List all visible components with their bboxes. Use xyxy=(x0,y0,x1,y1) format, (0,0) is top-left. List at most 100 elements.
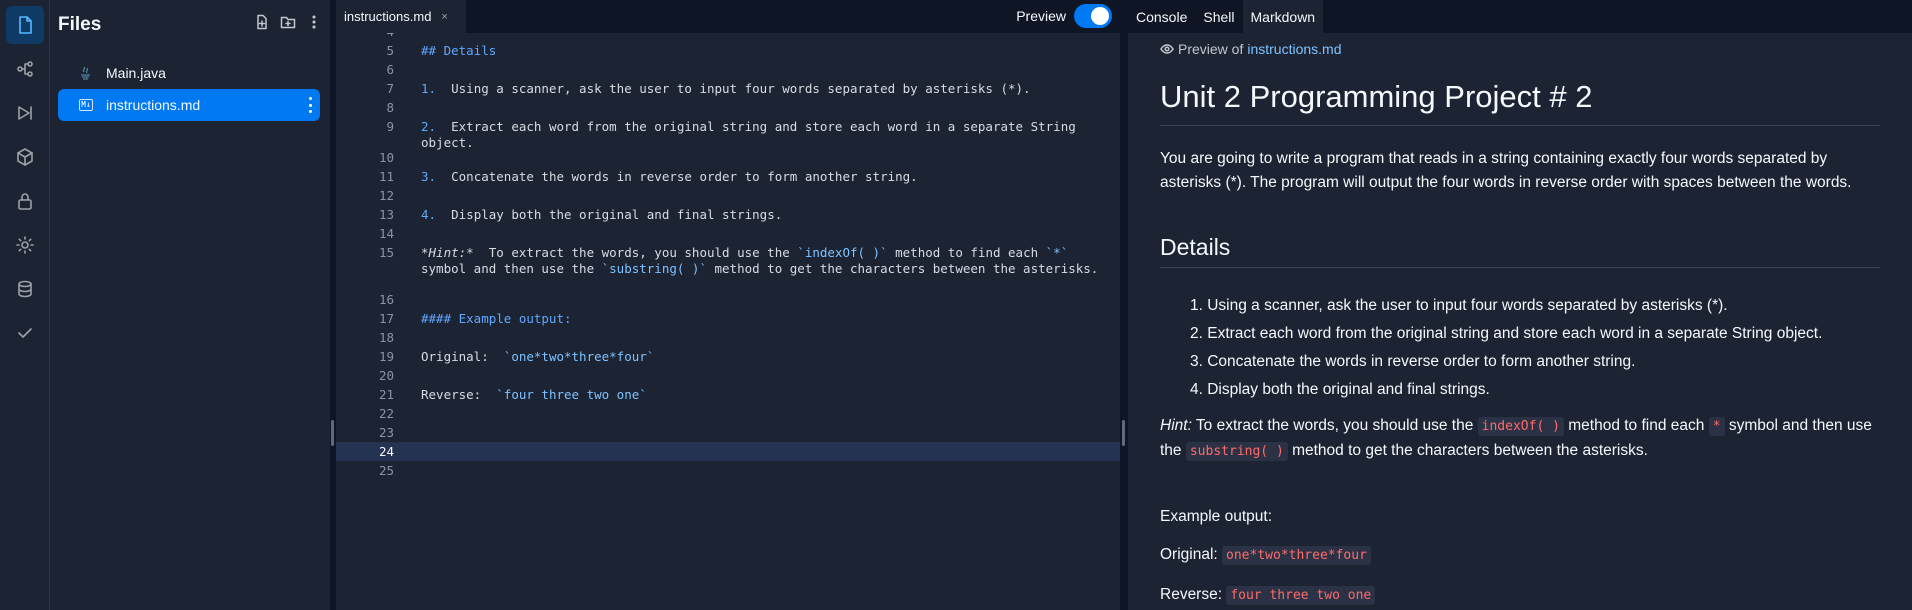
line-text: Reverse: `four three two one` xyxy=(421,387,647,402)
file-menu-icon[interactable] xyxy=(308,97,312,113)
code-line[interactable]: 4 xyxy=(336,33,1120,41)
line-number: 23 xyxy=(378,425,394,440)
preview-switch[interactable] xyxy=(1074,4,1112,28)
file-item-main-java[interactable]: Main.java xyxy=(58,57,320,89)
tab-markdown[interactable]: Markdown xyxy=(1242,0,1324,33)
code-line[interactable]: 7 1. Using a scanner, ask the user to inp… xyxy=(336,79,1120,98)
inline-code: substring( ) xyxy=(1185,442,1288,461)
files-title: Files xyxy=(58,14,102,35)
close-tab-icon[interactable]: × xyxy=(441,11,447,23)
eye-icon xyxy=(1160,44,1174,54)
line-number: 12 xyxy=(378,188,394,203)
line-number: 7 xyxy=(386,81,394,96)
preview-toggle[interactable]: Preview xyxy=(1016,4,1112,28)
original-label: Original: xyxy=(1160,546,1223,563)
hint-text: method to find each xyxy=(1563,417,1709,434)
preview-prefix: Preview of xyxy=(1178,41,1244,57)
line-number: 8 xyxy=(386,100,394,115)
code-line[interactable]: 13 4. Display both the original and final… xyxy=(336,205,1120,224)
output-pane: Console Shell Markdown Preview of instru… xyxy=(1128,0,1912,610)
line-text: 1. Using a scanner, ask the user to inpu… xyxy=(421,81,1031,96)
preview-of-label: Preview of instructions.md xyxy=(1160,41,1342,57)
line-text: ## Details xyxy=(421,43,497,58)
md-heading-2: Details xyxy=(1160,234,1880,268)
code-line[interactable]: 22 xyxy=(336,404,1120,423)
lock-icon[interactable] xyxy=(6,182,44,220)
java-icon xyxy=(76,65,96,81)
resize-handle-right[interactable] xyxy=(1120,0,1128,610)
check-icon[interactable] xyxy=(6,314,44,352)
line-text: 3. Concatenate the words in reverse orde… xyxy=(421,169,918,184)
line-number: 22 xyxy=(378,406,394,421)
more-options-icon[interactable] xyxy=(306,14,322,30)
line-text: Original: `one*two*three*four` xyxy=(421,349,655,364)
line-number: 18 xyxy=(378,330,394,345)
editor-tab-instructions[interactable]: instructions.md × xyxy=(336,0,466,33)
code-area[interactable]: 4 5 ## Details 6 7 1. Using a scanner, ask th… xyxy=(336,33,1120,610)
file-name: instructions.md xyxy=(106,97,201,113)
line-number: 15 xyxy=(378,245,394,260)
original-value: one*two*three*four xyxy=(1222,546,1371,565)
files-icon[interactable] xyxy=(6,6,44,44)
code-line[interactable]: 19 Original: `one*two*three*four` xyxy=(336,347,1120,366)
code-line[interactable]: 8 xyxy=(336,98,1120,117)
md-original-line: Original: one*two*three*four xyxy=(1160,546,1371,565)
md-heading-1: Unit 2 Programming Project # 2 xyxy=(1160,79,1880,126)
line-number: 6 xyxy=(386,62,394,77)
md-hint-paragraph: Hint: To extract the words, you should u… xyxy=(1160,414,1880,464)
run-icon[interactable] xyxy=(6,94,44,132)
hint-label: Hint: xyxy=(1160,417,1192,434)
output-tabbar: Console Shell Markdown xyxy=(1128,0,1912,33)
md-example-heading: Example output: xyxy=(1160,508,1273,525)
code-line[interactable]: 5 ## Details xyxy=(336,41,1120,60)
markdown-icon: M↓ xyxy=(79,99,93,111)
md-ordered-list: 1. Using a scanner, ask the user to inpu… xyxy=(1190,292,1822,404)
code-line[interactable]: 24 xyxy=(336,442,1120,461)
gear-icon[interactable] xyxy=(6,226,44,264)
file-item-instructions-md[interactable]: M↓ instructions.md xyxy=(58,89,320,121)
new-folder-icon[interactable] xyxy=(280,14,296,30)
code-line[interactable]: 17 #### Example output: xyxy=(336,309,1120,328)
database-icon[interactable] xyxy=(6,270,44,308)
list-item: 3. Concatenate the words in reverse orde… xyxy=(1190,353,1636,370)
code-line[interactable]: 14 xyxy=(336,224,1120,243)
line-number: 5 xyxy=(386,43,394,58)
list-item: 2. Extract each word from the original s… xyxy=(1190,325,1823,342)
package-icon[interactable] xyxy=(6,138,44,176)
code-line[interactable]: 25 xyxy=(336,461,1120,480)
new-file-icon[interactable] xyxy=(254,14,270,30)
hint-text: method to get the characters between the… xyxy=(1287,442,1648,459)
files-panel: Files Main.java M↓ instructions.md xyxy=(50,0,330,610)
code-line[interactable]: 18 xyxy=(336,328,1120,347)
code-line[interactable]: 20 xyxy=(336,366,1120,385)
hint-text: To extract the words, you should use the xyxy=(1191,417,1478,434)
line-text: #### Example output: xyxy=(421,311,572,326)
inline-code: * xyxy=(1708,417,1725,436)
code-line[interactable]: 15 *Hint:* To extract the words, you shou… xyxy=(336,243,1120,293)
code-line[interactable]: 6 xyxy=(336,60,1120,79)
line-number: 17 xyxy=(378,311,394,326)
code-line[interactable]: 11 3. Concatenate the words in reverse or… xyxy=(336,167,1120,186)
line-number: 13 xyxy=(378,207,394,222)
line-text: 2. Extract each word from the original s… xyxy=(421,119,1084,150)
git-icon[interactable] xyxy=(6,50,44,88)
code-line[interactable]: 10 xyxy=(336,148,1120,167)
line-number: 10 xyxy=(378,150,394,165)
line-number: 25 xyxy=(378,463,394,478)
code-line[interactable]: 16 xyxy=(336,290,1120,309)
tab-shell[interactable]: Shell xyxy=(1195,0,1242,33)
line-number: 24 xyxy=(378,444,394,459)
line-text: *Hint:* To extract the words, you should… xyxy=(421,245,1099,276)
tab-console[interactable]: Console xyxy=(1128,0,1195,33)
code-line[interactable]: 12 xyxy=(336,186,1120,205)
code-line[interactable]: 23 xyxy=(336,423,1120,442)
code-line[interactable]: 21 Reverse: `four three two one` xyxy=(336,385,1120,404)
inline-code: indexOf( ) xyxy=(1477,417,1564,436)
line-number: 9 xyxy=(386,119,394,134)
preview-file-link[interactable]: instructions.md xyxy=(1247,41,1341,57)
activity-bar xyxy=(0,0,50,610)
line-number: 16 xyxy=(378,292,394,307)
file-name: Main.java xyxy=(106,65,166,81)
line-number: 20 xyxy=(378,368,394,383)
code-line[interactable]: 9 2. Extract each word from the original … xyxy=(336,117,1120,152)
